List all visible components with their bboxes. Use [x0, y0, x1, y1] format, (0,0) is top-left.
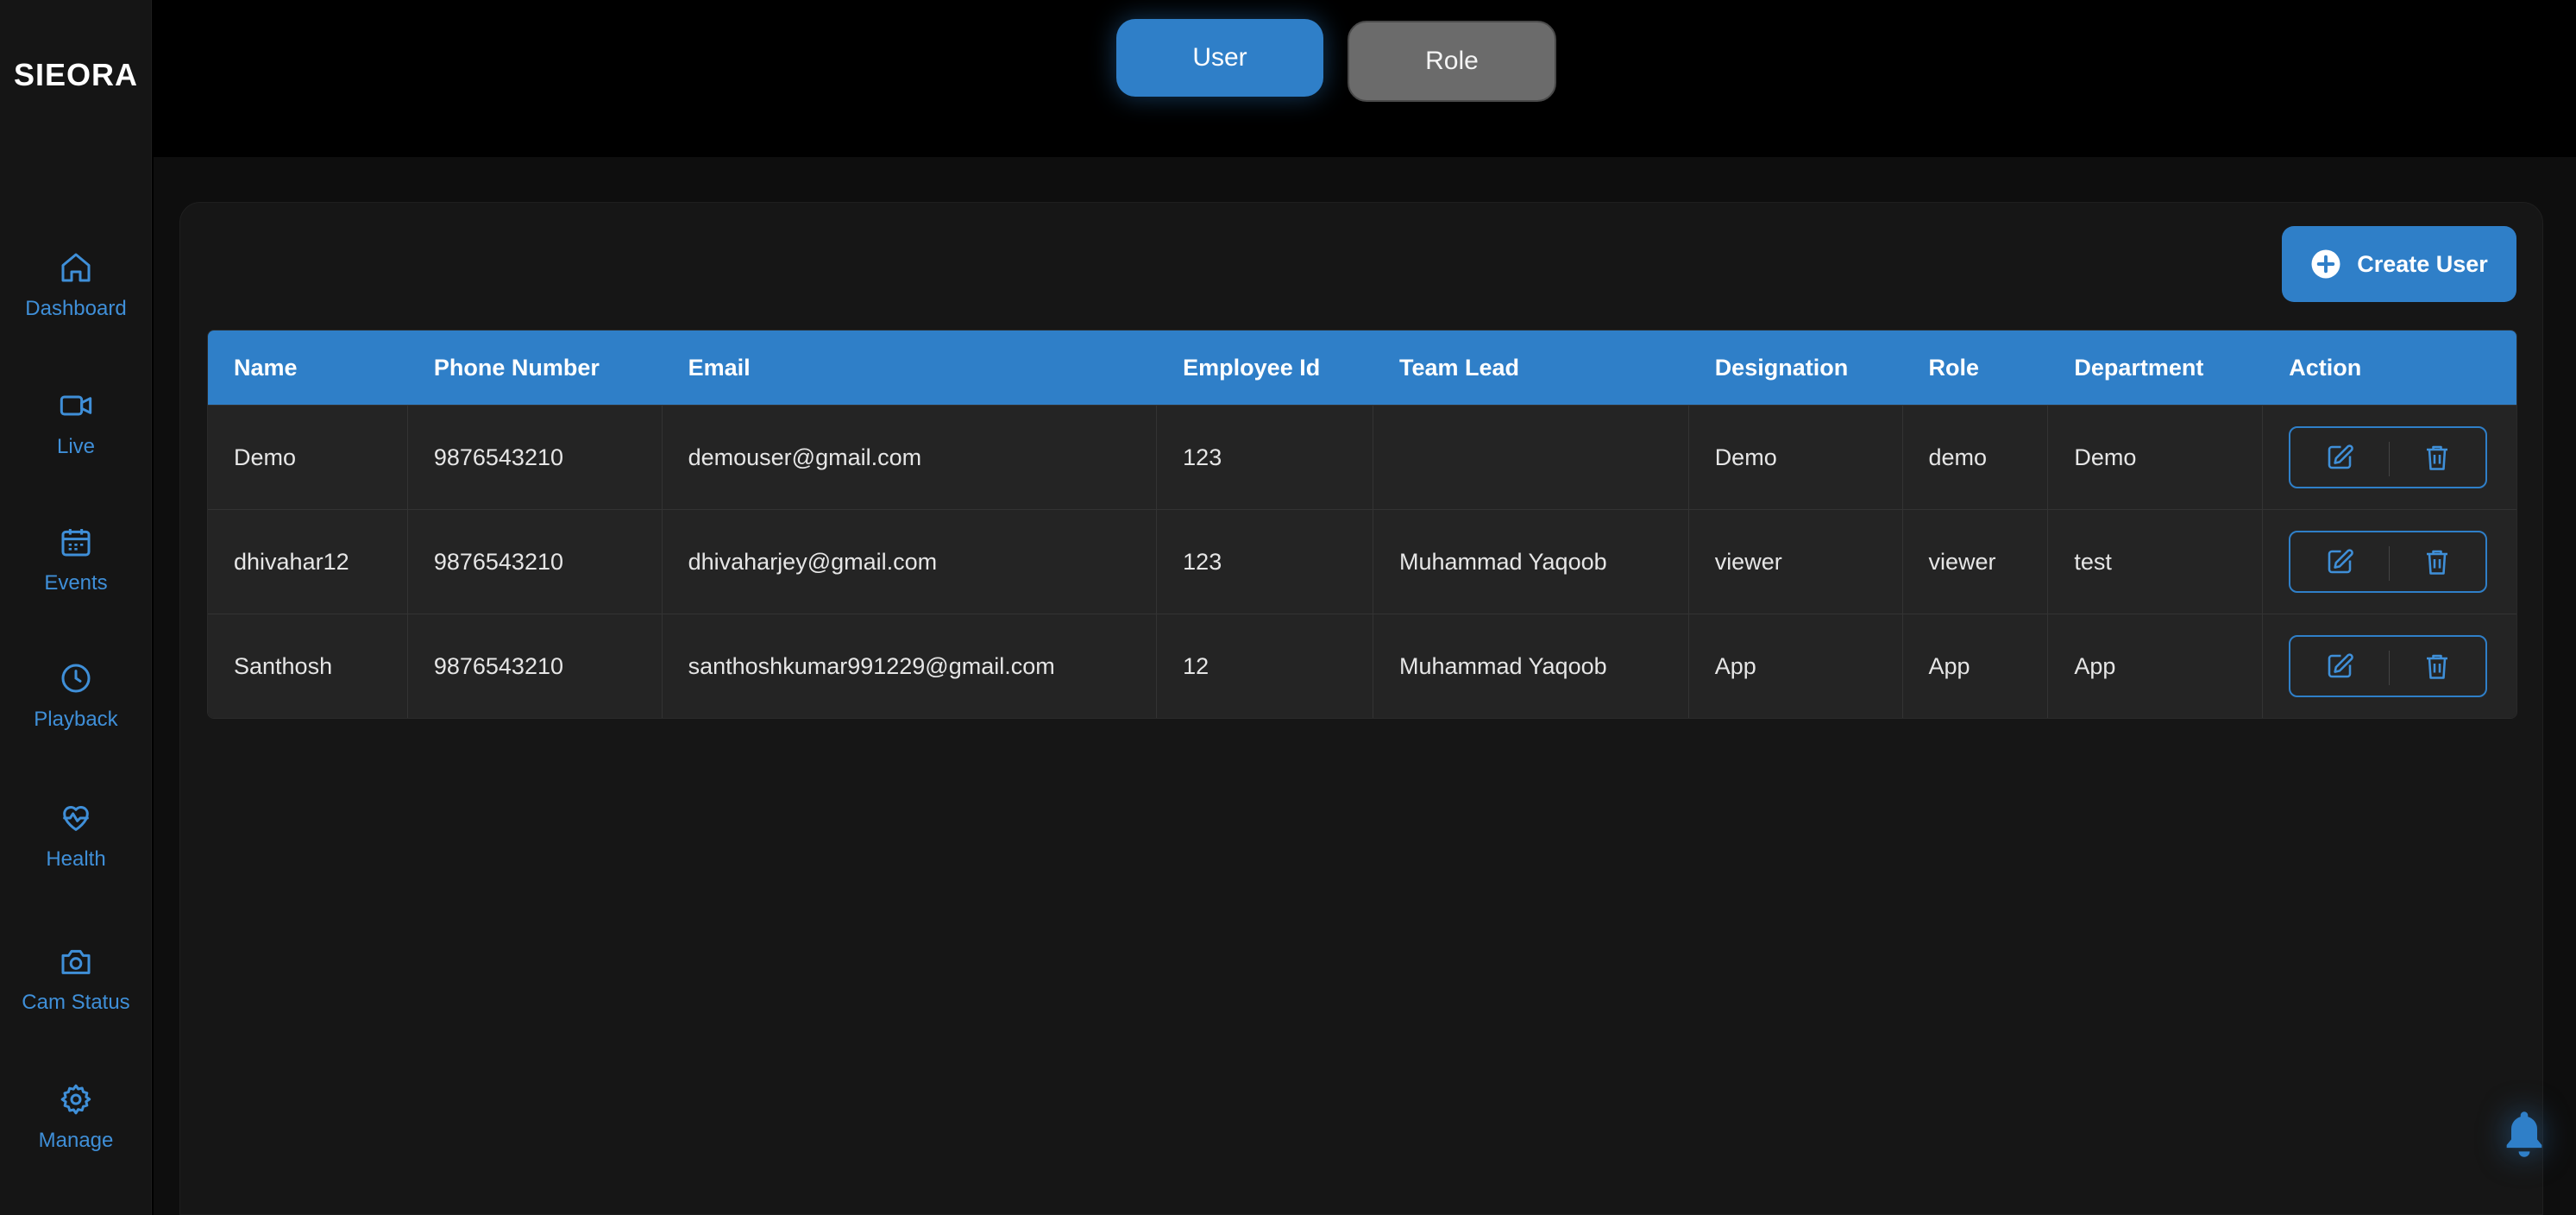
cell-name: dhivahar12	[208, 510, 408, 614]
cell-phone: 9876543210	[408, 614, 663, 718]
column-header-phone: Phone Number	[433, 354, 600, 381]
sidebar-item-label: Cam Status	[22, 991, 130, 1014]
cell-department: App	[2048, 614, 2264, 718]
sidebar-item-label: Events	[44, 571, 108, 595]
sidebar: SIEORA Dashboard Live Events Playback He…	[0, 0, 152, 1215]
cell-team-lead: Muhammad Yaqoob	[1373, 614, 1689, 718]
cell-name: Santhosh	[208, 614, 408, 718]
cell-phone: 9876543210	[408, 510, 663, 614]
column-header-team-lead: Team Lead	[1398, 354, 1520, 381]
cell-team-lead: Muhammad Yaqoob	[1373, 510, 1689, 614]
action-divider	[2389, 651, 2391, 685]
cell-role: App	[1903, 614, 2049, 718]
cell-team-lead	[1373, 406, 1689, 509]
bell-icon[interactable]	[2502, 1108, 2547, 1160]
column-header-email: Email	[688, 354, 751, 381]
column-header-action: Action	[2289, 354, 2362, 381]
cell-phone: 9876543210	[408, 406, 663, 509]
sidebar-item-cam-status[interactable]: Cam Status	[0, 944, 152, 1039]
row-actions	[2289, 635, 2488, 697]
sidebar-item-dashboard[interactable]: Dashboard	[0, 250, 152, 345]
column-header-role: Role	[1928, 354, 1980, 381]
row-actions	[2289, 531, 2488, 593]
plus-circle-icon	[2311, 249, 2340, 279]
action-divider	[2389, 442, 2391, 476]
cell-department: Demo	[2048, 406, 2264, 509]
tab-user[interactable]: User	[1116, 19, 1323, 97]
cell-role: demo	[1903, 406, 2049, 509]
column-header-employee-id: Employee Id	[1183, 354, 1321, 381]
gear-icon	[59, 1082, 93, 1117]
sidebar-item-playback[interactable]: Playback	[0, 661, 152, 756]
trash-icon[interactable]	[2420, 649, 2454, 683]
heart-pulse-icon	[59, 801, 93, 835]
clock-icon	[59, 661, 93, 696]
cell-email: santhoshkumar991229@gmail.com	[663, 614, 1158, 718]
users-table: Name Phone Number Email Employee Id Team…	[207, 330, 2517, 719]
action-divider	[2389, 546, 2391, 581]
column-header-department: Department	[2074, 354, 2204, 381]
sidebar-item-label: Dashboard	[25, 297, 127, 320]
edit-icon[interactable]	[2322, 440, 2357, 475]
table-row: dhivahar12 9876543210 dhivaharjey@gmail.…	[208, 509, 2516, 614]
cell-designation: viewer	[1689, 510, 1903, 614]
trash-icon[interactable]	[2420, 545, 2454, 579]
sidebar-item-label: Playback	[34, 708, 118, 731]
sidebar-item-events[interactable]: Events	[0, 525, 152, 620]
cell-designation: App	[1689, 614, 1903, 718]
sidebar-item-label: Health	[46, 847, 106, 871]
tab-role[interactable]: Role	[1348, 21, 1556, 102]
cell-action	[2263, 406, 2516, 509]
top-tab-bar: User Role	[0, 0, 2576, 155]
edit-icon[interactable]	[2322, 649, 2357, 683]
edit-icon[interactable]	[2322, 545, 2357, 579]
sidebar-item-live[interactable]: Live	[0, 388, 152, 483]
table-row: Demo 9876543210 demouser@gmail.com 123 D…	[208, 405, 2516, 509]
create-user-label: Create User	[2357, 250, 2488, 277]
sidebar-item-manage[interactable]: Manage	[0, 1082, 152, 1177]
row-actions	[2289, 426, 2488, 488]
cell-employee-id: 123	[1157, 406, 1373, 509]
create-user-button[interactable]: Create User	[2282, 226, 2516, 302]
cell-name: Demo	[208, 406, 408, 509]
cell-role: viewer	[1903, 510, 2049, 614]
calendar-icon	[59, 525, 93, 559]
column-header-name: Name	[234, 354, 298, 381]
trash-icon[interactable]	[2420, 440, 2454, 475]
sidebar-item-label: Manage	[38, 1129, 114, 1152]
cell-department: test	[2048, 510, 2264, 614]
sidebar-item-health[interactable]: Health	[0, 801, 152, 896]
table-header: Name Phone Number Email Employee Id Team…	[208, 331, 2516, 405]
cell-employee-id: 12	[1157, 614, 1373, 718]
home-icon	[59, 250, 93, 285]
sidebar-item-label: Live	[56, 435, 96, 458]
table-row: Santhosh 9876543210 santhoshkumar991229@…	[208, 614, 2516, 718]
camera-icon	[59, 944, 93, 979]
column-header-designation: Designation	[1714, 354, 1849, 381]
cell-action	[2263, 510, 2516, 614]
video-icon	[59, 388, 93, 423]
cell-employee-id: 123	[1157, 510, 1373, 614]
cell-email: dhivaharjey@gmail.com	[663, 510, 1158, 614]
cell-designation: Demo	[1689, 406, 1903, 509]
cell-email: demouser@gmail.com	[663, 406, 1158, 509]
cell-action	[2263, 614, 2516, 718]
